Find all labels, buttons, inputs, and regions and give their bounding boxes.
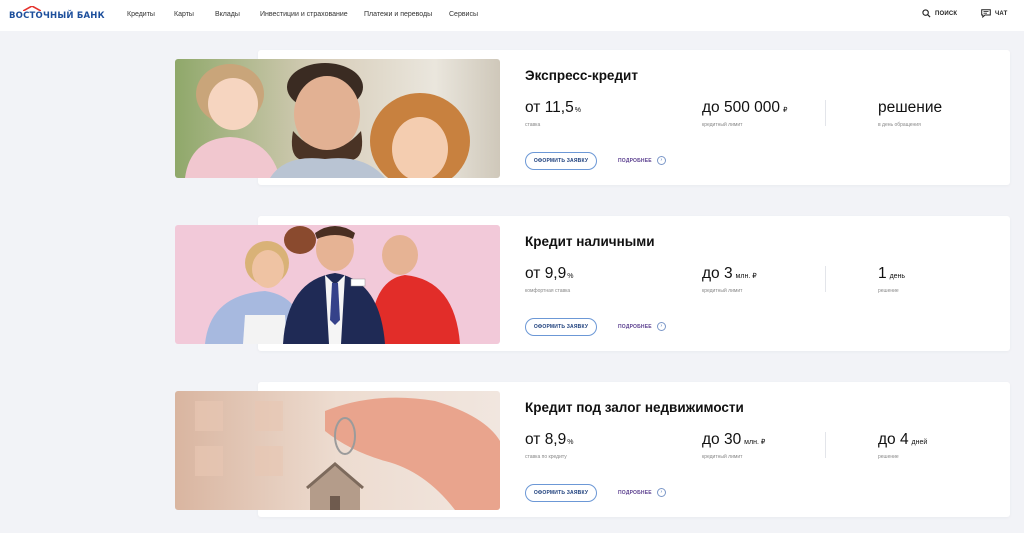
stat-limit: до 500 000 ₽ кредитный лимит xyxy=(702,99,788,128)
stat-decision-caption: решение xyxy=(878,454,899,460)
nav-item-services[interactable]: Сервисы xyxy=(449,11,478,18)
family-photo xyxy=(175,59,500,178)
stat-limit: до 3 млн. ₽ кредитный лимит xyxy=(702,265,757,294)
product-title: Кредит под залог недвижимости xyxy=(525,400,744,415)
stat-rate-caption: комфортная ставка xyxy=(525,288,571,294)
stat-divider xyxy=(825,432,826,458)
stat-divider xyxy=(825,266,826,292)
stat-limit-value: 500 000 xyxy=(723,99,781,116)
apply-button[interactable]: оформить заявку xyxy=(525,152,597,170)
stat-rate-value: 8,9 xyxy=(544,431,567,448)
nav-item-payments[interactable]: Платежи и переводы xyxy=(364,11,432,18)
stat-decision-value: решение xyxy=(878,99,943,116)
stat-rate: от 11,5% ставка xyxy=(525,99,581,128)
stat-limit-caption: кредитный лимит xyxy=(702,454,743,460)
search-button[interactable]: поиск xyxy=(922,9,957,18)
chat-icon xyxy=(981,9,991,18)
product-express-credit: Экспресс-кредит от 11,5% ставка до 500 0… xyxy=(175,50,1010,185)
stat-limit-caption: кредитный лимит xyxy=(702,288,743,294)
product-photo-family xyxy=(175,59,500,178)
stat-rate: от 8,9% ставка по кредиту xyxy=(525,431,574,460)
chevron-right-icon: › xyxy=(656,156,666,165)
stat-rate-value: 11,5 xyxy=(544,99,574,116)
stat-limit-value: 3 xyxy=(723,265,733,282)
more-label: подробнее xyxy=(618,157,652,164)
apply-button[interactable]: оформить заявку xyxy=(525,484,597,502)
chevron-right-icon: › xyxy=(656,488,666,497)
stat-limit-caption: кредитный лимит xyxy=(702,122,743,128)
stat-decision-caption: в день обращения xyxy=(878,122,921,128)
logo-text: ВОСТОЧНЫЙ БАНК xyxy=(9,11,105,21)
stat-decision: решение в день обращения xyxy=(878,99,943,128)
chat-label: чат xyxy=(995,10,1008,17)
stat-limit-value: 30 xyxy=(723,431,742,448)
stat-rate-caption: ставка по кредиту xyxy=(525,454,567,460)
stat-decision: до 4 дней решение xyxy=(878,431,928,460)
stat-decision: 1 день решение xyxy=(878,265,906,294)
stat-decision-value: 4 xyxy=(899,431,909,448)
stat-decision-caption: решение xyxy=(878,288,899,294)
more-link[interactable]: подробнее › xyxy=(618,156,666,165)
product-mortgage-credit: Кредит под залог недвижимости от 8,9% ст… xyxy=(175,382,1010,517)
chevron-right-icon: › xyxy=(656,322,666,331)
more-label: подробнее xyxy=(618,323,652,330)
stat-decision-value: 1 xyxy=(878,265,887,282)
stat-limit: до 30 млн. ₽ кредитный лимит xyxy=(702,431,766,460)
more-label: подробнее xyxy=(618,489,652,496)
stat-rate-value: 9,9 xyxy=(544,265,567,282)
more-link[interactable]: подробнее › xyxy=(618,322,666,331)
stat-rate: от 9,9% комфортная ставка xyxy=(525,265,574,294)
product-title: Кредит наличными xyxy=(525,234,655,249)
nav-item-deposits[interactable]: Вклады xyxy=(215,11,240,18)
search-label: поиск xyxy=(935,10,958,17)
group-photo xyxy=(175,225,500,344)
more-link[interactable]: подробнее › xyxy=(618,488,666,497)
nav-item-credits[interactable]: Кредиты xyxy=(127,11,155,18)
product-cash-credit: Кредит наличными от 9,9% комфортная став… xyxy=(175,216,1010,351)
apply-button[interactable]: оформить заявку xyxy=(525,318,597,336)
house-key-photo xyxy=(175,391,500,510)
nav-item-cards[interactable]: Карты xyxy=(174,11,194,18)
top-header: ВОСТОЧНЫЙ БАНК Кредиты Карты Вклады Инве… xyxy=(0,0,1024,31)
search-icon xyxy=(922,9,931,18)
chat-button[interactable]: чат xyxy=(981,9,1008,18)
stat-rate-caption: ставка xyxy=(525,122,541,128)
nav-item-investments[interactable]: Инвестиции и страхование xyxy=(260,11,348,18)
stat-divider xyxy=(825,100,826,126)
product-title: Экспресс-кредит xyxy=(525,68,638,83)
product-photo-group xyxy=(175,225,500,344)
product-photo-keys xyxy=(175,391,500,510)
